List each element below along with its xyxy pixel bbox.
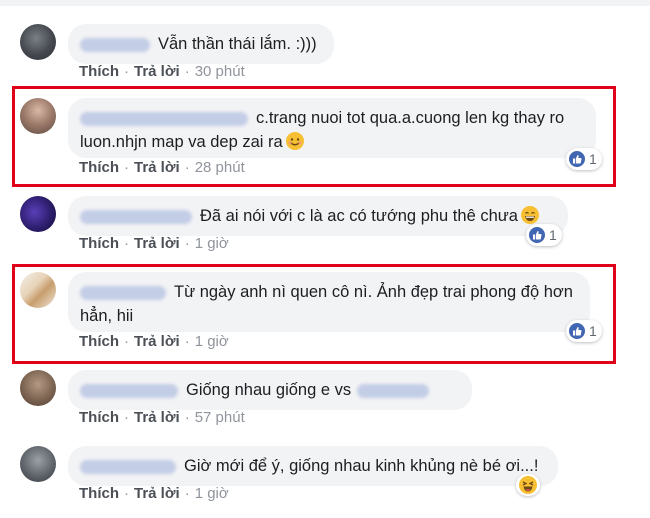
separator-dot: · — [184, 159, 190, 176]
avatar[interactable] — [20, 196, 56, 232]
comment-actions: Thích · Trả lời · 57 phút — [79, 408, 245, 428]
like-icon — [569, 323, 585, 339]
reaction-count[interactable]: 1 — [566, 148, 602, 170]
blurred-author-name[interactable] — [80, 459, 176, 474]
separator-dot: · — [184, 409, 190, 426]
like-link[interactable]: Thích — [79, 409, 119, 426]
grinning-face-icon — [520, 206, 539, 224]
like-link[interactable]: Thích — [79, 63, 119, 80]
separator-dot: · — [124, 409, 129, 426]
separator-dot: · — [124, 159, 129, 176]
comment-actions: Thích · Trả lời · 1 giờ — [79, 234, 229, 254]
timestamp[interactable]: 30 phút — [195, 63, 245, 80]
timestamp[interactable]: 57 phút — [195, 409, 245, 426]
comment-item: Đã ai nói với c là ac có tướng phu thê c… — [0, 190, 650, 266]
comment-item: Giờ mới để ý, giống nhau kinh khủng nè b… — [0, 438, 650, 518]
timestamp[interactable]: 1 giờ — [195, 333, 229, 350]
like-icon — [529, 227, 545, 243]
comment-bubble: c.trang nuoi tot qua.a.cuong len kg thay… — [68, 98, 596, 158]
comment-item: Vẫn thần thái lắm. :))) Thích · Trả lời · 30… — [0, 0, 650, 90]
comment-actions: Thích · Trả lời · 1 giờ — [79, 332, 229, 352]
reply-link[interactable]: Trả lời — [134, 63, 180, 80]
like-link[interactable]: Thích — [79, 159, 119, 176]
comment-bubble: Giờ mới để ý, giống nhau kinh khủng nè b… — [68, 446, 558, 486]
comment-actions: Thích · Trả lời · 1 giờ — [79, 484, 229, 504]
separator-dot: · — [184, 235, 190, 252]
avatar[interactable] — [20, 24, 56, 60]
avatar[interactable] — [20, 98, 56, 134]
separator-dot: · — [124, 63, 129, 80]
reply-link[interactable]: Trả lời — [134, 235, 180, 252]
avatar[interactable] — [20, 370, 56, 406]
blurred-author-name[interactable] — [80, 37, 150, 52]
comment-bubble: Vẫn thần thái lắm. :))) — [68, 24, 334, 64]
separator-dot: · — [124, 485, 129, 502]
comment-text: Đã ai nói với c là ac có tướng phu thê c… — [200, 207, 518, 225]
comment-item: Giống nhau giống e vs Thích · Trả lời · 57 p… — [0, 366, 650, 438]
separator-dot: · — [184, 485, 190, 502]
reply-link[interactable]: Trả lời — [134, 159, 180, 176]
separator-dot: · — [184, 333, 190, 350]
reaction-count-text: 1 — [589, 323, 597, 339]
reaction-count[interactable] — [516, 474, 540, 496]
blurred-author-name[interactable] — [80, 285, 166, 300]
blurred-author-name[interactable] — [80, 111, 248, 126]
reaction-count[interactable]: 1 — [526, 224, 562, 246]
like-link[interactable]: Thích — [79, 485, 119, 502]
reply-link[interactable]: Trả lời — [134, 333, 180, 350]
separator-dot: · — [184, 63, 190, 80]
comment-actions: Thích · Trả lời · 30 phút — [79, 62, 245, 82]
like-link[interactable]: Thích — [79, 333, 119, 350]
comment-text: Giống nhau giống e vs — [186, 381, 352, 399]
blurred-author-name[interactable] — [80, 209, 192, 224]
comment-bubble: Đã ai nói với c là ac có tướng phu thê c… — [68, 196, 568, 236]
comment-bubble: Từ ngày anh nì quen cô nì. Ảnh đẹp trai … — [68, 272, 590, 332]
blurred-mention[interactable] — [357, 383, 430, 398]
haha-icon — [519, 476, 537, 494]
timestamp[interactable]: 1 giờ — [195, 485, 229, 502]
reaction-count-text: 1 — [589, 151, 597, 167]
comment-item: c.trang nuoi tot qua.a.cuong len kg thay… — [0, 90, 650, 190]
timestamp[interactable]: 1 giờ — [195, 235, 229, 252]
reply-link[interactable]: Trả lời — [134, 485, 180, 502]
reply-link[interactable]: Trả lời — [134, 409, 180, 426]
avatar[interactable] — [20, 446, 56, 482]
comment-text: Vẫn thần thái lắm. :))) — [158, 35, 317, 53]
separator-dot: · — [124, 333, 129, 350]
comment-actions: Thích · Trả lời · 28 phút — [79, 158, 245, 178]
comment-text: Giờ mới để ý, giống nhau kinh khủng nè b… — [184, 457, 539, 475]
separator-dot: · — [124, 235, 129, 252]
avatar[interactable] — [20, 272, 56, 308]
comment-item: Từ ngày anh nì quen cô nì. Ảnh đẹp trai … — [0, 266, 650, 366]
smiling-face-icon — [285, 132, 304, 150]
timestamp[interactable]: 28 phút — [195, 159, 245, 176]
blurred-author-name[interactable] — [80, 383, 178, 398]
reaction-count-text: 1 — [549, 227, 557, 243]
like-icon — [569, 151, 585, 167]
reaction-count[interactable]: 1 — [566, 320, 602, 342]
comment-bubble: Giống nhau giống e vs — [68, 370, 472, 410]
like-link[interactable]: Thích — [79, 235, 119, 252]
